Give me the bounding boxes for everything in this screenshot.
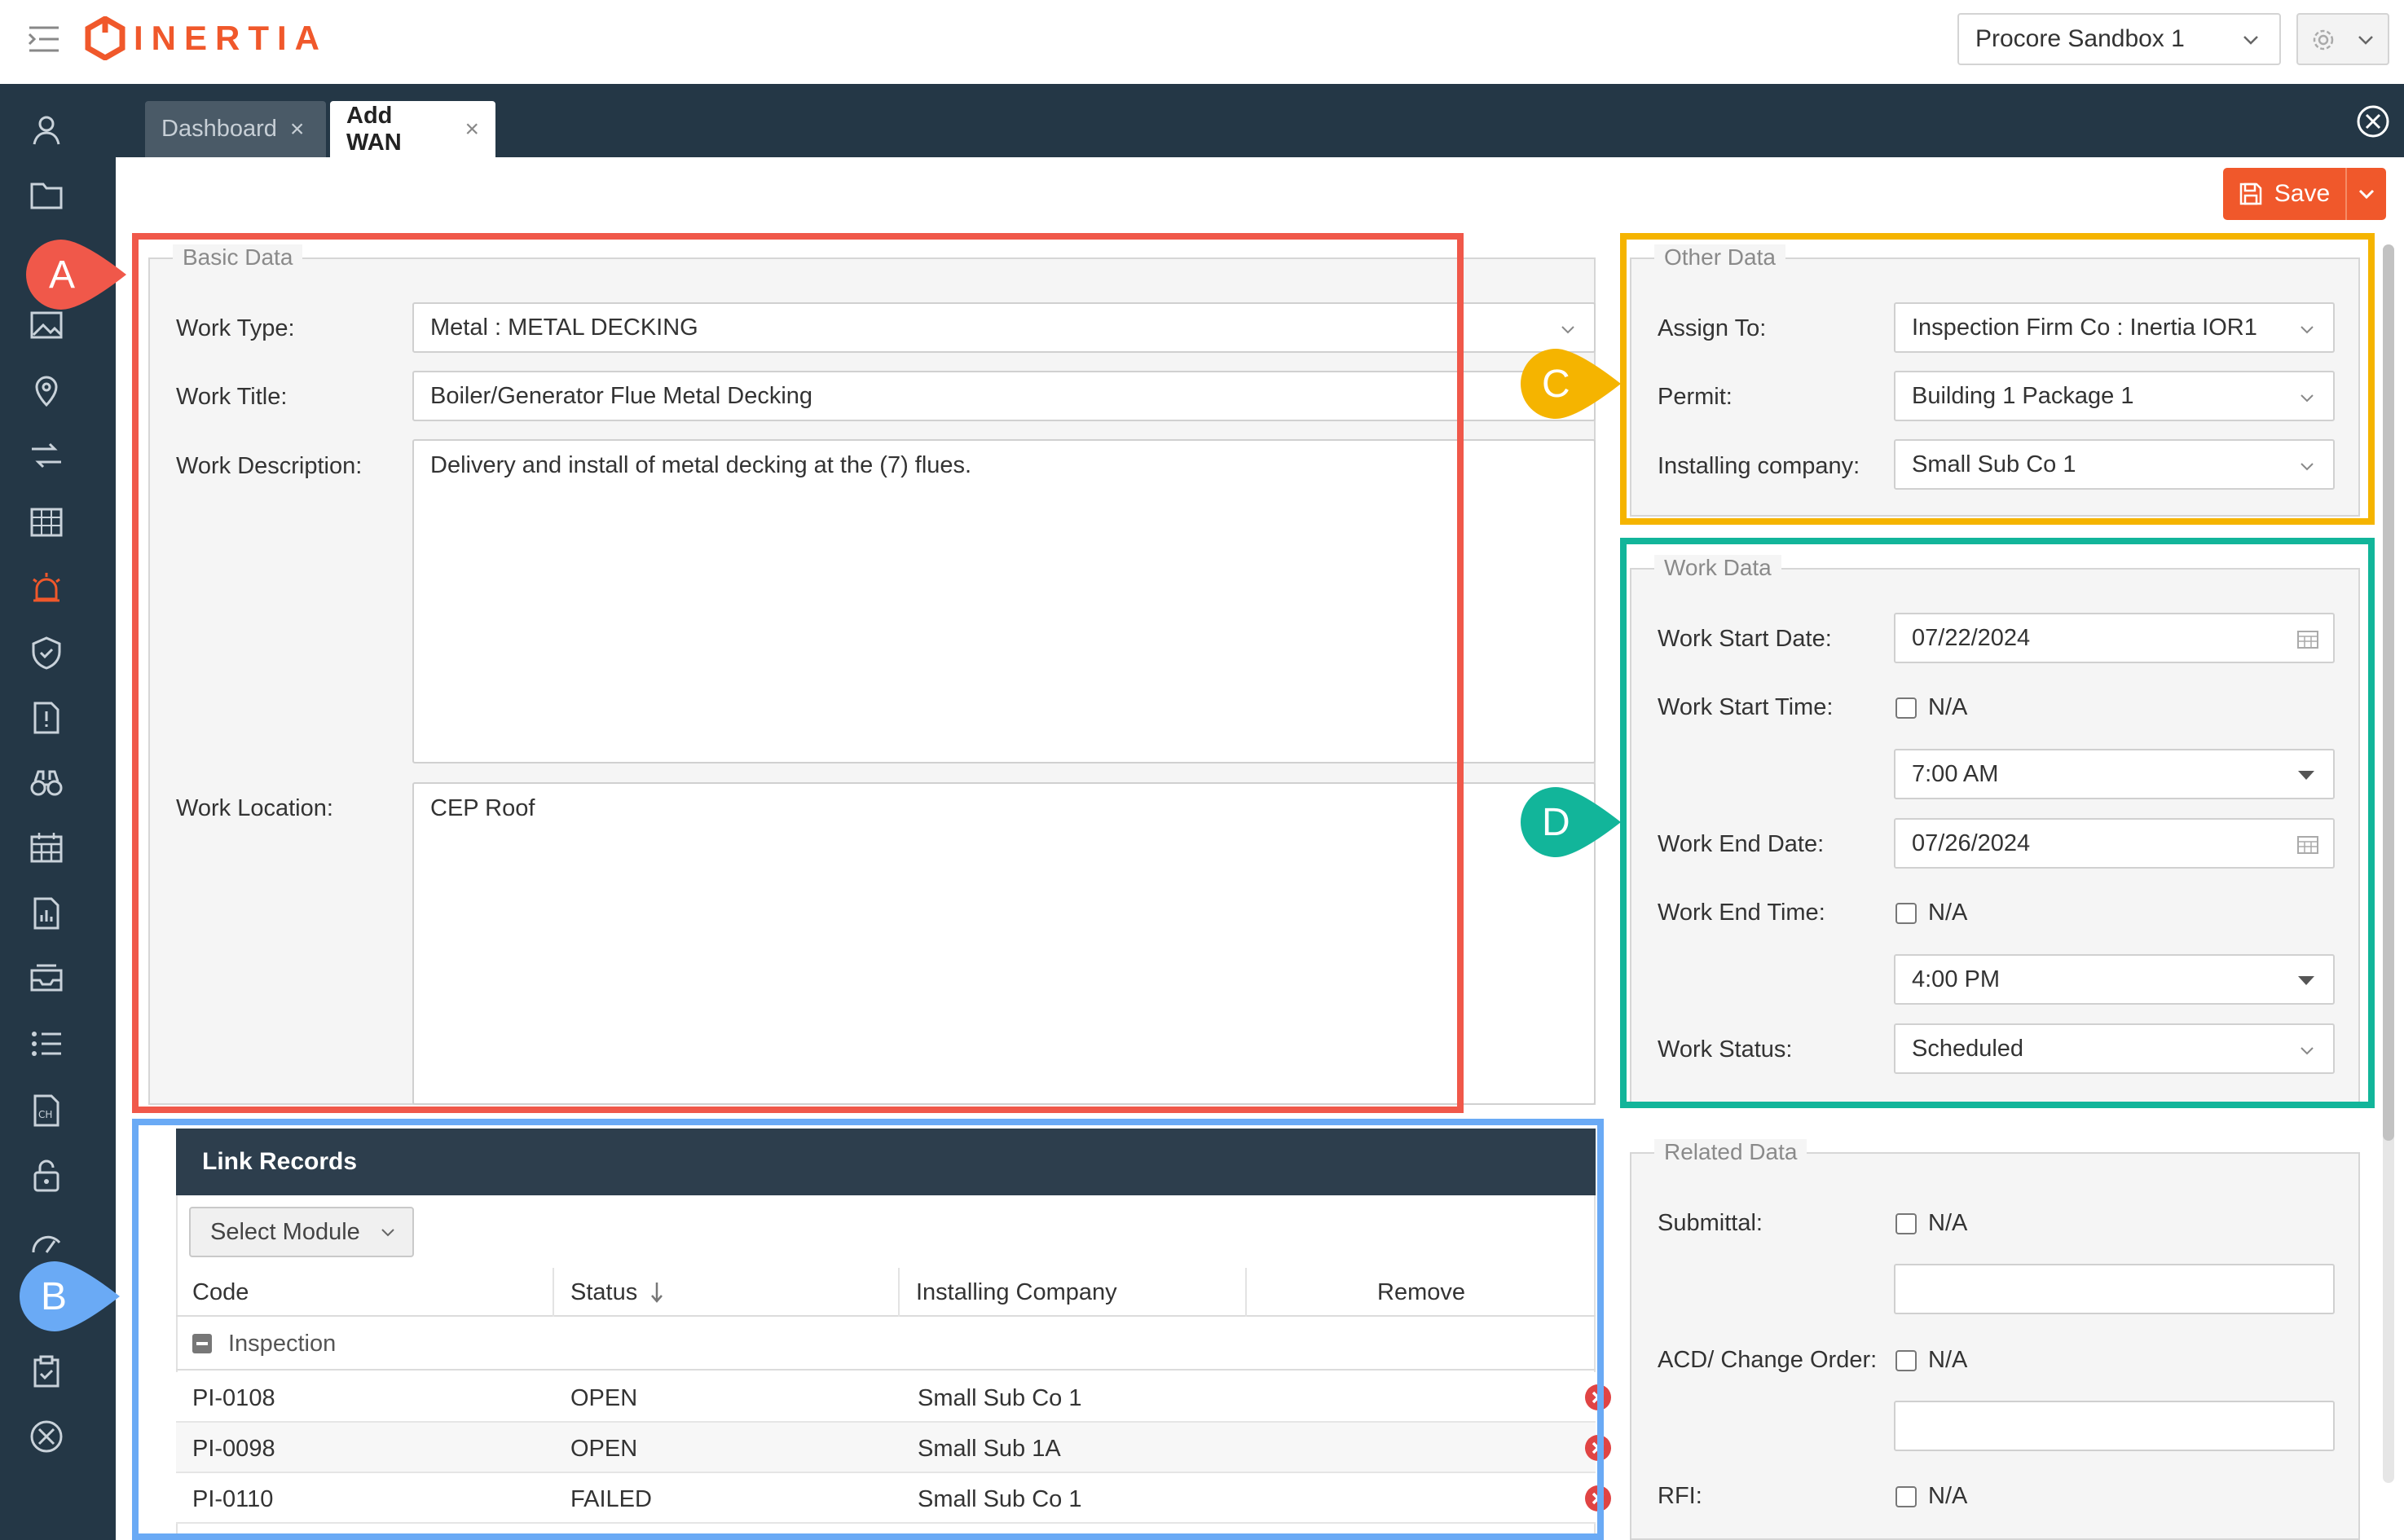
chevron-down-icon bbox=[2358, 36, 2373, 45]
rfi-na-checkbox[interactable]: N/A bbox=[1895, 1483, 1967, 1510]
calendar-grid-icon[interactable] bbox=[29, 504, 64, 540]
scrollbar-thumb[interactable] bbox=[2383, 244, 2394, 1141]
top-bar: INERTIA Procore Sandbox 1 bbox=[0, 0, 2404, 84]
folder-icon[interactable] bbox=[29, 177, 64, 213]
change-order-icon[interactable]: CH bbox=[29, 1093, 64, 1129]
shield-check-icon[interactable] bbox=[29, 635, 64, 671]
svg-text:CH: CH bbox=[38, 1109, 52, 1120]
chevron-down-icon bbox=[1561, 326, 1574, 334]
menu-toggle-icon[interactable] bbox=[28, 24, 60, 54]
chevron-down-icon bbox=[2243, 36, 2258, 45]
close-circle-icon[interactable] bbox=[2355, 103, 2391, 139]
highlight-box-d bbox=[1620, 538, 2375, 1108]
marker-letter: B bbox=[41, 1275, 68, 1318]
transfer-icon[interactable] bbox=[29, 438, 64, 473]
user-icon[interactable] bbox=[29, 112, 64, 147]
submittal-na-checkbox[interactable]: N/A bbox=[1895, 1210, 1967, 1237]
save-button-group: Save bbox=[2223, 168, 2386, 220]
project-select[interactable]: Procore Sandbox 1 bbox=[1957, 13, 2281, 65]
checkbox-box[interactable] bbox=[1895, 1485, 1917, 1507]
acd-change-order-input[interactable] bbox=[1894, 1401, 2335, 1451]
rfi-label: RFI: bbox=[1658, 1483, 1702, 1509]
highlight-box-c bbox=[1620, 233, 2375, 525]
logo-mark-icon bbox=[85, 16, 125, 60]
highlight-box-a bbox=[132, 233, 1464, 1113]
annotation-marker-c: C bbox=[1519, 347, 1625, 420]
image-icon[interactable] bbox=[29, 307, 64, 343]
checkbox-box[interactable] bbox=[1895, 1349, 1917, 1371]
project-select-value: Procore Sandbox 1 bbox=[1975, 25, 2185, 52]
tab-add-wan[interactable]: Add WAN × bbox=[330, 101, 495, 157]
highlight-box-b bbox=[132, 1119, 1604, 1540]
annotation-marker-b: B bbox=[18, 1260, 124, 1333]
gauge-icon[interactable] bbox=[29, 1223, 64, 1259]
logo-text: INERTIA bbox=[134, 19, 328, 57]
checkbox-label: N/A bbox=[1928, 1483, 1968, 1509]
location-pin-icon[interactable] bbox=[29, 372, 64, 408]
submittal-input[interactable] bbox=[1894, 1264, 2335, 1314]
checkbox-label: N/A bbox=[1928, 1347, 1968, 1373]
tab-label: Dashboard bbox=[161, 116, 277, 142]
chart-document-icon[interactable] bbox=[29, 895, 64, 931]
inbox-icon[interactable] bbox=[29, 961, 64, 997]
tab-strip: Dashboard × Add WAN × bbox=[116, 84, 2404, 157]
checkbox-box[interactable] bbox=[1895, 1212, 1917, 1234]
list-icon[interactable] bbox=[29, 1026, 64, 1062]
related-data-legend: Related Data bbox=[1654, 1139, 1807, 1165]
close-icon[interactable]: × bbox=[290, 116, 305, 143]
lock-icon[interactable] bbox=[29, 1158, 64, 1194]
save-label: Save bbox=[2274, 180, 2331, 207]
save-options-button[interactable] bbox=[2345, 168, 2386, 220]
app-logo[interactable]: INERTIA bbox=[85, 16, 328, 60]
alarm-icon[interactable] bbox=[29, 570, 64, 605]
marker-letter: A bbox=[49, 253, 76, 297]
gear-icon bbox=[2313, 29, 2334, 51]
chevron-down-icon bbox=[2358, 189, 2375, 200]
binoculars-icon[interactable] bbox=[29, 765, 64, 801]
save-icon bbox=[2239, 183, 2262, 205]
annotation-marker-d: D bbox=[1519, 785, 1625, 859]
acd-na-checkbox[interactable]: N/A bbox=[1895, 1347, 1967, 1374]
marker-letter: C bbox=[1542, 363, 1570, 406]
schedule-icon[interactable] bbox=[29, 830, 64, 866]
close-icon[interactable]: × bbox=[465, 116, 479, 143]
clipboard-check-icon[interactable] bbox=[29, 1353, 64, 1389]
tab-label: Add WAN bbox=[346, 102, 402, 156]
marker-letter: D bbox=[1542, 801, 1570, 844]
tools-icon[interactable] bbox=[29, 1419, 64, 1454]
acd-change-order-label: ACD/ Change Order: bbox=[1658, 1347, 1878, 1373]
scrollbar[interactable] bbox=[2383, 244, 2394, 1483]
report-alert-icon[interactable] bbox=[29, 700, 64, 736]
tab-dashboard[interactable]: Dashboard × bbox=[145, 101, 326, 157]
annotation-marker-a: A bbox=[24, 238, 130, 311]
settings-button[interactable] bbox=[2296, 13, 2389, 65]
checkbox-label: N/A bbox=[1928, 1210, 1968, 1236]
save-button[interactable]: Save bbox=[2223, 168, 2345, 220]
submittal-label: Submittal: bbox=[1658, 1210, 1763, 1236]
